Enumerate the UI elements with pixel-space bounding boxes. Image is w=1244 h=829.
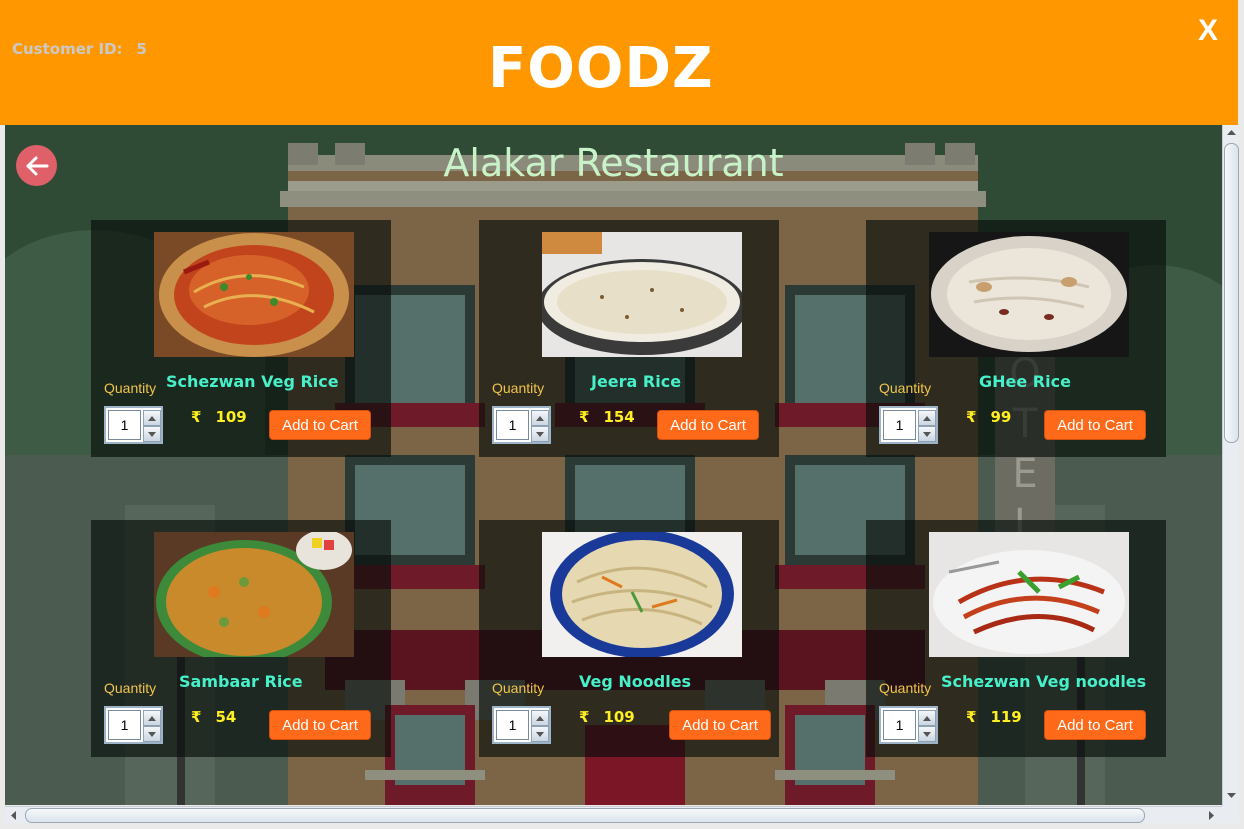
- chevron-down-icon[interactable]: [143, 426, 161, 442]
- quantity-value[interactable]: 1: [496, 710, 529, 740]
- dish-photo: [542, 532, 742, 657]
- horizontal-scrollbar[interactable]: [5, 806, 1222, 823]
- chevron-down-icon[interactable]: [143, 726, 161, 742]
- dish-photo: [929, 232, 1129, 357]
- customer-id-label: Customer ID:: [12, 40, 123, 58]
- chevron-down-icon[interactable]: [531, 426, 549, 442]
- chevron-up-icon[interactable]: [143, 410, 161, 426]
- chevron-down-icon[interactable]: [918, 426, 936, 442]
- dish-name: Schezwan Veg Rice: [166, 372, 339, 391]
- add-to-cart-button[interactable]: Add to Cart: [269, 410, 371, 440]
- sign-letter: E: [1012, 451, 1037, 497]
- quantity-label: Quantity: [879, 680, 932, 696]
- quantity-spinner[interactable]: 1: [492, 706, 551, 744]
- customer-id-value: 5: [136, 40, 147, 58]
- chevron-up-icon[interactable]: [531, 710, 549, 726]
- quantity-value[interactable]: 1: [883, 710, 916, 740]
- menu-item-card: Quantity Schezwan Veg Rice 1 ₹109 Add to…: [91, 220, 391, 457]
- dish-price: ₹54: [191, 708, 236, 726]
- scroll-up-icon[interactable]: [1227, 128, 1236, 137]
- scroll-left-icon[interactable]: [9, 811, 18, 820]
- horizontal-scroll-thumb[interactable]: [25, 808, 1145, 823]
- dish-photo: [929, 532, 1129, 657]
- chevron-down-icon[interactable]: [918, 726, 936, 742]
- rupee-icon: ₹: [579, 708, 590, 726]
- dish-price: ₹154: [579, 408, 635, 426]
- vertical-scrollbar[interactable]: [1222, 125, 1239, 806]
- dish-name: Jeera Rice: [591, 372, 682, 391]
- rupee-icon: ₹: [966, 408, 977, 426]
- rupee-icon: ₹: [191, 408, 202, 426]
- quantity-spinner[interactable]: 1: [879, 706, 938, 744]
- quantity-value[interactable]: 1: [883, 410, 916, 440]
- quantity-spinner[interactable]: 1: [879, 406, 938, 444]
- add-to-cart-button[interactable]: Add to Cart: [1044, 710, 1146, 740]
- quantity-label: Quantity: [879, 380, 932, 396]
- add-to-cart-button[interactable]: Add to Cart: [1044, 410, 1146, 440]
- dish-price: ₹109: [191, 408, 247, 426]
- dish-name: Sambaar Rice: [179, 672, 303, 691]
- add-to-cart-button[interactable]: Add to Cart: [669, 710, 771, 740]
- chevron-up-icon[interactable]: [143, 710, 161, 726]
- dish-photo: [154, 532, 354, 657]
- app-header: Customer ID: 5 FOODZ X: [0, 0, 1238, 125]
- dish-price: ₹119: [966, 708, 1022, 726]
- vertical-scroll-thumb[interactable]: [1224, 143, 1239, 443]
- restaurant-menu-panel: O T E L: [5, 125, 1222, 805]
- quantity-spinner[interactable]: 1: [104, 706, 163, 744]
- quantity-value[interactable]: 1: [108, 410, 141, 440]
- scroll-down-icon[interactable]: [1227, 791, 1236, 800]
- quantity-label: Quantity: [492, 680, 545, 696]
- quantity-spinner[interactable]: 1: [104, 406, 163, 444]
- quantity-label: Quantity: [104, 380, 157, 396]
- price-value: 99: [990, 408, 1012, 426]
- dish-name: GHee Rice: [979, 372, 1071, 391]
- menu-item-card: Quantity GHee Rice 1 ₹99 Add to Cart: [866, 220, 1166, 457]
- customer-id: Customer ID: 5: [12, 40, 147, 58]
- chevron-up-icon[interactable]: [918, 410, 936, 426]
- chevron-up-icon[interactable]: [531, 410, 549, 426]
- dish-price: ₹109: [579, 708, 635, 726]
- dish-name: Schezwan Veg noodles: [941, 672, 1147, 691]
- dish-photo: [542, 232, 742, 357]
- price-value: 54: [215, 708, 237, 726]
- add-to-cart-button[interactable]: Add to Cart: [269, 710, 371, 740]
- restaurant-title: Alakar Restaurant: [443, 141, 784, 185]
- dish-name: Veg Noodles: [579, 672, 692, 691]
- price-value: 154: [603, 408, 635, 426]
- scrollbar-corner: [1222, 806, 1239, 823]
- dish-photo: [154, 232, 354, 357]
- chevron-down-icon[interactable]: [531, 726, 549, 742]
- scroll-right-icon[interactable]: [1207, 811, 1216, 820]
- rupee-icon: ₹: [966, 708, 977, 726]
- rupee-icon: ₹: [579, 408, 590, 426]
- price-value: 109: [603, 708, 635, 726]
- menu-item-card: Quantity Jeera Rice 1 ₹154 Add to Cart: [479, 220, 779, 457]
- app-title: FOODZ: [488, 36, 714, 101]
- rupee-icon: ₹: [191, 708, 202, 726]
- menu-item-card: Quantity Veg Noodles 1 ₹109 Add to Cart: [479, 520, 779, 757]
- menu-item-card: Quantity Schezwan Veg noodles 1 ₹119 Add…: [866, 520, 1166, 757]
- close-button[interactable]: X: [1198, 14, 1218, 48]
- dish-price: ₹99: [966, 408, 1011, 426]
- chevron-up-icon[interactable]: [918, 710, 936, 726]
- menu-item-card: Quantity Sambaar Rice 1 ₹54 Add to Cart: [91, 520, 391, 757]
- price-value: 119: [990, 708, 1022, 726]
- add-to-cart-button[interactable]: Add to Cart: [657, 410, 759, 440]
- price-value: 109: [215, 408, 247, 426]
- quantity-label: Quantity: [104, 680, 157, 696]
- quantity-label: Quantity: [492, 380, 545, 396]
- quantity-value[interactable]: 1: [496, 410, 529, 440]
- quantity-value[interactable]: 1: [108, 710, 141, 740]
- quantity-spinner[interactable]: 1: [492, 406, 551, 444]
